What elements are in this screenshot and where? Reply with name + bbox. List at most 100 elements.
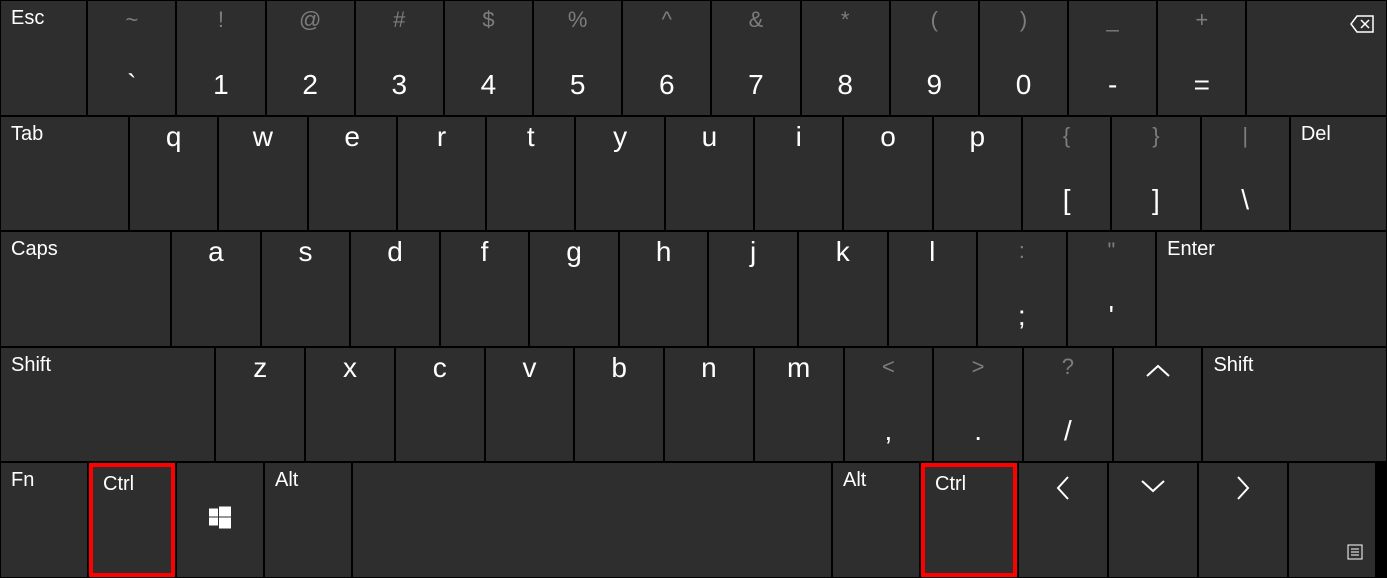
key-slash[interactable]: ?/: [1024, 348, 1112, 462]
key-quote[interactable]: "': [1068, 232, 1156, 346]
key-7[interactable]: &7: [712, 1, 799, 115]
key-0[interactable]: )0: [980, 1, 1067, 115]
key-a-label: a: [208, 236, 224, 268]
arrow-up-icon: [1143, 360, 1173, 382]
key-k[interactable]: k: [799, 232, 887, 346]
key-del[interactable]: Del: [1291, 117, 1386, 231]
key-shift-left[interactable]: Shift: [1, 348, 214, 462]
key-slash-primary: /: [1064, 415, 1072, 447]
key-l[interactable]: l: [889, 232, 977, 346]
key-4-primary: 4: [481, 69, 497, 101]
key-n-label: n: [701, 352, 717, 384]
key-5-secondary: %: [568, 7, 588, 33]
key-backslash[interactable]: |\: [1202, 117, 1289, 231]
key-o[interactable]: o: [844, 117, 931, 231]
key-s[interactable]: s: [262, 232, 350, 346]
key-down[interactable]: [1109, 463, 1197, 577]
key-minus[interactable]: _-: [1069, 1, 1156, 115]
key-2[interactable]: @2: [267, 1, 354, 115]
windows-icon: [209, 507, 231, 529]
key-p[interactable]: p: [934, 117, 1021, 231]
key-space[interactable]: [353, 463, 831, 577]
key-1[interactable]: !1: [177, 1, 264, 115]
key-z[interactable]: z: [216, 348, 304, 462]
key-comma-secondary: <: [882, 354, 895, 380]
key-right-bracket-secondary: }: [1152, 123, 1159, 149]
key-g[interactable]: g: [530, 232, 618, 346]
key-w-label: w: [253, 121, 273, 153]
key-h[interactable]: h: [620, 232, 708, 346]
key-y[interactable]: y: [576, 117, 663, 231]
key-r-label: r: [437, 121, 446, 153]
key-semicolon[interactable]: :;: [978, 232, 1066, 346]
key-esc[interactable]: Esc: [1, 1, 86, 115]
keyboard-row: Esc~`!1@2#3$4%5^6&7*8(9)0_-+=: [0, 0, 1387, 116]
key-b[interactable]: b: [575, 348, 663, 462]
key-t[interactable]: t: [487, 117, 574, 231]
key-c[interactable]: c: [396, 348, 484, 462]
key-i[interactable]: i: [755, 117, 842, 231]
key-8[interactable]: *8: [802, 1, 889, 115]
keyboard-row: FnCtrlAltAltCtrl: [0, 462, 1387, 578]
key-6-secondary: ^: [662, 7, 672, 33]
key-shift-right[interactable]: Shift: [1203, 348, 1385, 462]
key-ctrl-left[interactable]: Ctrl: [89, 463, 175, 577]
key-equals-primary: =: [1194, 69, 1210, 101]
key-u[interactable]: u: [666, 117, 753, 231]
keyboard-row: Caps a sdf g hj k l:;"'Enter: [0, 231, 1387, 347]
key-backspace[interactable]: [1247, 1, 1386, 115]
key-w[interactable]: w: [219, 117, 306, 231]
key-backtick-primary: `: [127, 69, 136, 101]
key-alt-right[interactable]: Alt: [833, 463, 919, 577]
key-menu[interactable]: [1289, 463, 1375, 577]
key-g-label: g: [566, 236, 582, 268]
key-period[interactable]: >.: [934, 348, 1022, 462]
key-y-label: y: [613, 121, 627, 153]
key-caps[interactable]: Caps: [1, 232, 170, 346]
key-9[interactable]: (9: [891, 1, 978, 115]
key-3[interactable]: #3: [356, 1, 443, 115]
key-fn[interactable]: Fn: [1, 463, 87, 577]
key-win[interactable]: [177, 463, 263, 577]
key-left-bracket[interactable]: {[: [1023, 117, 1110, 231]
key-left[interactable]: [1019, 463, 1107, 577]
key-q-label: q: [166, 121, 182, 153]
key-right-bracket[interactable]: }]: [1112, 117, 1199, 231]
key-d[interactable]: d: [351, 232, 439, 346]
key-alt-left[interactable]: Alt: [265, 463, 351, 577]
on-screen-keyboard: Esc~`!1@2#3$4%5^6&7*8(9)0_-+=Tabqwertyui…: [0, 0, 1387, 578]
key-o-label: o: [880, 121, 896, 153]
key-e[interactable]: e: [309, 117, 396, 231]
key-ctrl-right[interactable]: Ctrl: [921, 463, 1017, 577]
key-4[interactable]: $4: [445, 1, 532, 115]
key-q[interactable]: q: [130, 117, 217, 231]
key-backslash-primary: \: [1241, 184, 1249, 216]
key-backtick[interactable]: ~`: [88, 1, 175, 115]
key-r[interactable]: r: [398, 117, 485, 231]
key-m[interactable]: m: [755, 348, 843, 462]
key-f[interactable]: f: [441, 232, 529, 346]
key-v[interactable]: v: [486, 348, 574, 462]
key-x[interactable]: x: [306, 348, 394, 462]
key-j[interactable]: j: [709, 232, 797, 346]
key-enter[interactable]: Enter: [1157, 232, 1386, 346]
key-5[interactable]: %5: [534, 1, 621, 115]
key-equals[interactable]: +=: [1158, 1, 1245, 115]
key-up[interactable]: [1114, 348, 1202, 462]
key-6[interactable]: ^6: [623, 1, 710, 115]
key-k-label: k: [836, 236, 850, 268]
key-ctrl-left-label: Ctrl: [103, 473, 134, 496]
key-n[interactable]: n: [665, 348, 753, 462]
key-shift-left-label: Shift: [11, 354, 51, 377]
key-3-secondary: #: [393, 7, 405, 33]
key-quote-secondary: ": [1107, 238, 1115, 264]
key-right[interactable]: [1199, 463, 1287, 577]
key-p-label: p: [969, 121, 985, 153]
key-2-primary: 2: [302, 69, 318, 101]
key-tab[interactable]: Tab: [1, 117, 128, 231]
key-right-bracket-primary: ]: [1152, 184, 1160, 216]
key-i-label: i: [796, 121, 802, 153]
key-comma[interactable]: <,: [845, 348, 933, 462]
key-a[interactable]: a: [172, 232, 260, 346]
key-b-label: b: [611, 352, 627, 384]
